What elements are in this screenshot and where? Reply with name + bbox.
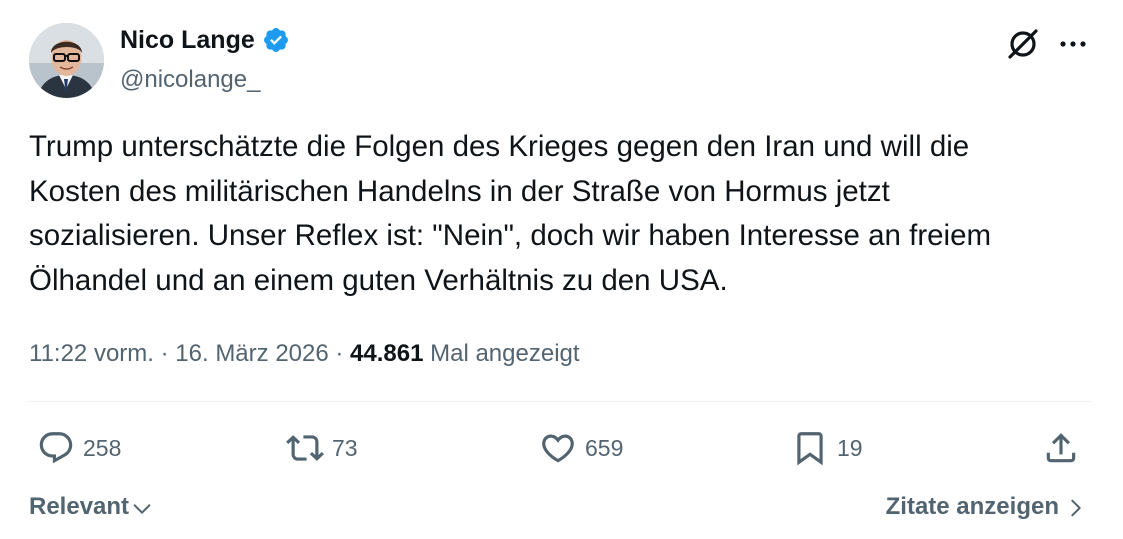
tweet-date[interactable]: 16. März 2026 [175,340,328,367]
views-count: 44.861 [350,340,424,367]
share-icon [1046,433,1076,463]
view-quotes-link[interactable]: Zitate anzeigen [886,490,1087,524]
like-button[interactable]: 659 [539,426,623,470]
reply-icon [39,432,73,464]
chevron-right-icon [1071,499,1081,517]
sort-label: Relevant [29,493,130,520]
more-icon[interactable] [1056,27,1090,61]
like-count: 659 [585,434,624,461]
tweet-meta: 11:22 vorm. · 16. März 2026 · 44.861 Mal… [29,336,580,372]
tweet-time[interactable]: 11:22 vorm. [29,340,154,367]
avatar[interactable] [29,23,104,98]
quotes-label: Zitate anzeigen [885,493,1059,520]
meta-separator: · [328,340,351,367]
share-button[interactable] [1042,426,1080,470]
author-name-row: Nico Lange [120,24,290,56]
reply-count: 258 [83,434,122,461]
like-icon [542,434,574,463]
repost-button[interactable]: 73 [286,426,358,470]
tweet-text: Trump unterschätzte die Folgen des Krieg… [29,130,992,297]
chevron-down-icon [133,504,151,514]
bookmark-icon [797,432,823,466]
reply-button[interactable]: 258 [37,426,121,470]
meta-separator: · [153,340,176,367]
divider [29,401,1091,402]
bookmark-button[interactable]: 19 [791,426,863,470]
bookmark-count: 19 [837,434,863,461]
views-label: Mal angezeigt [430,340,580,367]
sort-replies-dropdown[interactable]: Relevant [29,490,153,524]
repost-count: 73 [332,434,358,461]
verified-badge-icon[interactable] [262,26,290,54]
grok-icon[interactable] [1003,24,1043,64]
author-handle[interactable]: @nicolange_ [120,64,260,96]
repost-icon [286,435,324,461]
author-name[interactable]: Nico Lange [120,24,255,56]
